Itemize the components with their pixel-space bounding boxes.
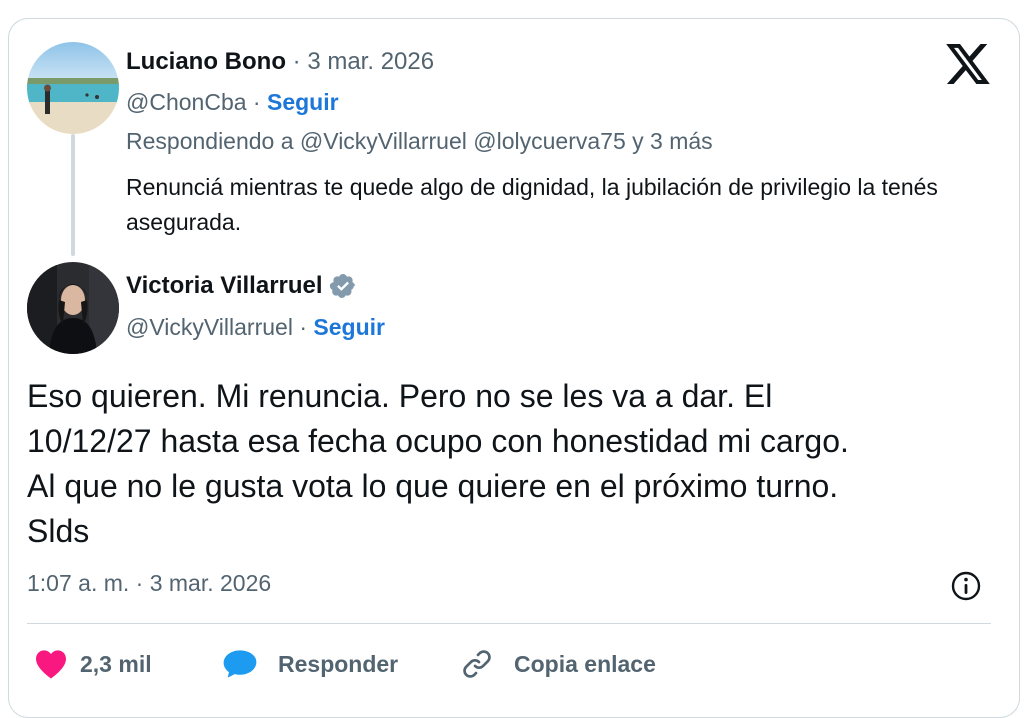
copy-link-button[interactable]: Copia enlace [460,644,656,684]
replying-to-line: Respondiendo a @VickyVillarruel @lolycue… [126,128,713,155]
reply-button[interactable]: Responder [222,644,398,684]
main-tweet-text: Eso quieren. Mi renuncia. Pero no se les… [27,374,987,554]
reply-date[interactable]: 3 mar. 2026 [307,48,434,75]
avatar-victoria-villarruel[interactable] [27,262,119,354]
info-icon[interactable] [950,570,982,602]
copy-link-label: Copia enlace [514,650,656,677]
reply-follow-separator: · [252,89,261,115]
like-count: 2,3 mil [80,650,152,677]
reply-label: Responder [278,650,399,677]
main-author-handle[interactable]: @VickyVillarruel [126,314,293,340]
main-tweet-line: Eso quieren. Mi renuncia. Pero no se les… [27,378,773,414]
main-tweet-line: Al que no le gusta vota lo que quiere en… [27,468,839,504]
main-tweet-line: Slds [27,513,90,549]
x-logo-icon[interactable] [946,44,990,84]
heart-icon [36,650,66,679]
actions-divider [27,623,991,624]
avatar-luciano-bono[interactable] [27,42,119,134]
tweet-timestamp[interactable]: 1:07 a. m. · 3 mar. 2026 [27,570,271,597]
thread-connector-line [71,134,75,256]
reply-follow-button[interactable]: Seguir [267,89,339,115]
verified-badge-icon [329,274,355,298]
main-follow-button[interactable]: Seguir [313,314,385,340]
reply-tweet-text: Renunciá mientras te quede algo de digni… [126,174,938,235]
tweet-embed-card [8,18,1020,718]
reply-author-name[interactable]: Luciano Bono [126,48,286,75]
reply-author-header: Luciano Bono · 3 mar. 2026 [126,48,434,76]
link-icon [463,650,491,678]
main-author-name[interactable]: Victoria Villarruel [126,272,323,300]
main-author-header: Victoria Villarruel [126,272,357,300]
reply-author-handle[interactable]: @ChonCba [126,89,247,115]
replying-to-more[interactable]: y 3 más [632,128,713,154]
reply-date-separator: · [292,48,301,75]
main-tweet-line: 10/12/27 hasta esa fecha ocupo con hones… [27,423,849,459]
replying-to-prefix: Respondiendo a [126,128,294,154]
replying-to-handles[interactable]: @VickyVillarruel @lolycuerva75 [300,128,626,154]
like-button[interactable]: 2,3 mil [34,644,152,684]
reply-handle-row: @ChonCba · Seguir [126,89,339,116]
main-follow-separator: · [299,314,308,340]
chat-bubble-icon [223,650,257,678]
main-handle-row: @VickyVillarruel · Seguir [126,314,385,341]
